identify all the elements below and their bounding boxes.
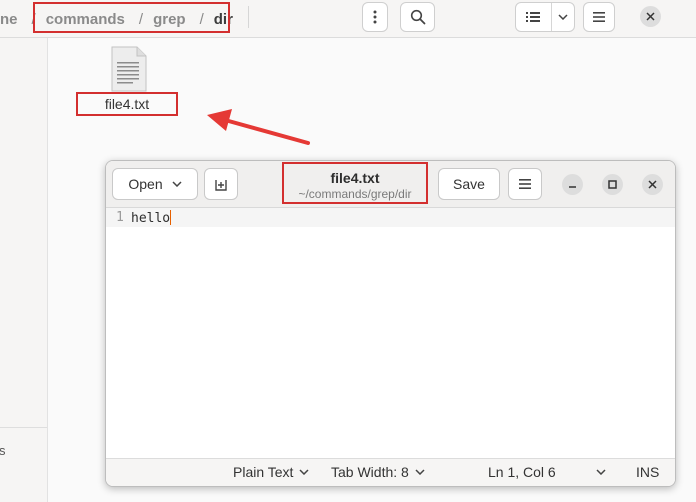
text-caret <box>170 210 172 225</box>
cursor-position-selector[interactable]: Ln 1, Col 6 <box>488 464 606 480</box>
search-icon <box>410 9 425 25</box>
window-title: file4.txt <box>330 170 380 186</box>
status-bar: Plain Text Tab Width: 8 Ln 1, Col 6 INS <box>106 458 675 486</box>
close-icon <box>648 180 657 189</box>
tab-width-selector[interactable]: Tab Width: 8 <box>331 464 425 480</box>
breadcrumb: ne / commands / grep / dir <box>0 0 237 38</box>
chevron-down-icon <box>172 181 182 187</box>
maximize-icon <box>608 180 617 189</box>
main-menu-button[interactable] <box>583 2 615 32</box>
save-button[interactable]: Save <box>438 168 500 200</box>
close-button[interactable] <box>642 174 663 195</box>
text-editor-window: Open file4.txt ~/commands/grep/dir Save <box>105 160 676 487</box>
minimize-button[interactable] <box>562 174 583 195</box>
chevron-down-icon <box>558 14 568 20</box>
breadcrumb-grep[interactable]: grep <box>153 11 186 28</box>
new-document-button[interactable] <box>204 168 238 200</box>
header-divider <box>248 6 249 28</box>
current-line-highlight <box>106 208 675 227</box>
breadcrumb-home-partial[interactable]: ne <box>0 11 18 28</box>
new-tab-icon <box>215 180 227 191</box>
close-icon <box>646 12 655 21</box>
vertical-dots-icon <box>373 10 377 24</box>
file-name-label[interactable]: file4.txt <box>76 92 178 116</box>
language-selector[interactable]: Plain Text <box>233 464 309 480</box>
sidebar-divider <box>0 427 47 428</box>
hamburger-menu-icon <box>593 12 605 22</box>
chevron-down-icon <box>596 469 606 475</box>
minimize-icon <box>569 186 576 188</box>
more-options-button[interactable] <box>362 2 388 32</box>
view-dropdown-button[interactable] <box>552 14 574 20</box>
line-number: 1 <box>116 210 124 225</box>
editor-header-bar: Open file4.txt ~/commands/grep/dir Save <box>106 161 675 208</box>
search-button[interactable] <box>400 2 435 32</box>
tab-width-label: Tab Width: 8 <box>331 464 409 480</box>
window-title-annotation: file4.txt ~/commands/grep/dir <box>282 162 428 204</box>
editor-menu-button[interactable] <box>508 168 542 200</box>
insert-mode-indicator[interactable]: INS <box>636 464 659 480</box>
chevron-down-icon <box>415 469 425 475</box>
cursor-position-label: Ln 1, Col 6 <box>488 464 556 480</box>
breadcrumb-current-dir[interactable]: dir <box>214 11 233 28</box>
file-manager-header: ne / commands / grep / dir <box>0 0 696 38</box>
text-file-icon[interactable] <box>109 46 147 92</box>
file-manager-sidebar: s <box>0 38 48 502</box>
list-view-button[interactable] <box>516 11 551 23</box>
breadcrumb-separator: / <box>199 10 204 28</box>
line-content: hello <box>131 211 171 226</box>
chevron-down-icon <box>299 469 309 475</box>
breadcrumb-commands[interactable]: commands <box>46 11 125 28</box>
breadcrumb-separator: / <box>138 10 144 28</box>
breadcrumb-separator: / <box>31 10 36 28</box>
hamburger-menu-icon <box>519 179 531 189</box>
window-subtitle-path: ~/commands/grep/dir <box>298 187 412 201</box>
language-label: Plain Text <box>233 464 294 480</box>
sidebar-item-partial[interactable]: s <box>0 443 6 458</box>
list-view-icon <box>526 12 541 22</box>
text-line[interactable]: hello <box>131 210 172 226</box>
open-button-label: Open <box>128 176 163 192</box>
file-manager-close-button[interactable] <box>640 6 661 27</box>
text-area[interactable]: 1 hello <box>106 208 675 458</box>
open-button[interactable]: Open <box>112 168 198 200</box>
view-toggle-group <box>515 2 575 32</box>
maximize-button[interactable] <box>602 174 623 195</box>
